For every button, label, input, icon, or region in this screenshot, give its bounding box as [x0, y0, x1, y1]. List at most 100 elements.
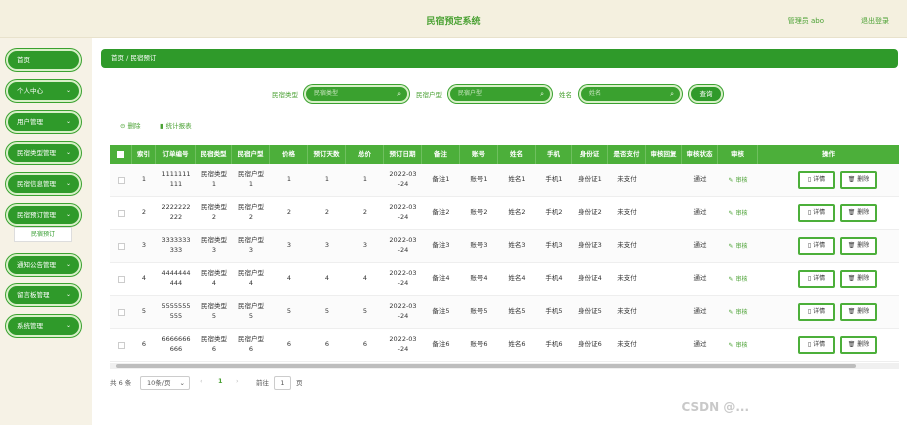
- row-checkbox[interactable]: [110, 329, 132, 361]
- audit-link[interactable]: ✎ 审核: [718, 263, 758, 295]
- cell-days: 3: [324, 241, 330, 250]
- cell-days: 6: [324, 340, 330, 349]
- audit-button[interactable]: ✎ 审核: [729, 176, 748, 185]
- cell-house: 民宿户型 4: [238, 269, 264, 287]
- cell-order: 4444444 444: [161, 269, 191, 287]
- house-search-input[interactable]: 民宿户型 ⌕: [448, 85, 552, 103]
- table-body: 1 1111111 111 民宿类型 1 民宿户型 1 1 1 1 2022-03 -24 备注…: [110, 164, 899, 362]
- checkbox[interactable]: [117, 151, 124, 158]
- submenu-item-booking[interactable]: 民宿预订: [14, 227, 72, 242]
- row-checkbox[interactable]: [110, 164, 132, 196]
- sidebar-item-house-types[interactable]: 民宿类型管理 ⌄: [6, 142, 81, 164]
- current-page[interactable]: 1: [218, 377, 223, 385]
- audit-button[interactable]: ✎ 审核: [729, 341, 748, 350]
- delete-button[interactable]: 🗑 删除: [840, 171, 877, 189]
- row-checkbox[interactable]: [110, 197, 132, 229]
- sidebar: 首页 个人中心 ⌄ 用户管理 ⌄ 民宿类型管理 ⌄ 民宿信息管理 ⌄ 民宿预订管理 ⌄ 民…: [0, 38, 92, 425]
- batch-delete-button[interactable]: ⊝ 删除: [120, 120, 141, 130]
- logout-link[interactable]: 退出登录: [861, 16, 889, 26]
- next-page-icon[interactable]: ›: [236, 377, 239, 385]
- row-checkbox[interactable]: [110, 296, 132, 328]
- goto-page-input[interactable]: 1: [274, 376, 291, 390]
- page-size-select[interactable]: 10条/页 ⌄: [140, 376, 190, 390]
- row-checkbox[interactable]: [110, 230, 132, 262]
- delete-button[interactable]: 🗑 删除: [840, 270, 877, 288]
- audit-link[interactable]: ✎ 审核: [718, 296, 758, 328]
- delete-button[interactable]: 🗑 删除: [840, 303, 877, 321]
- col-header: 审核回复: [646, 145, 682, 164]
- checkbox[interactable]: [117, 209, 125, 217]
- detail-button[interactable]: ▯ 详情: [798, 270, 835, 288]
- cell-name: 姓名4: [508, 274, 526, 283]
- audit-link[interactable]: ✎ 审核: [718, 164, 758, 196]
- prev-page-icon[interactable]: ‹: [200, 377, 203, 385]
- cell-order: 5555555 555: [161, 302, 191, 320]
- cell-idx: 6: [141, 340, 147, 349]
- checkbox[interactable]: [117, 308, 125, 316]
- audit-link[interactable]: ✎ 审核: [718, 197, 758, 229]
- detail-button[interactable]: ▯ 详情: [798, 171, 835, 189]
- checkbox[interactable]: [117, 341, 125, 349]
- sidebar-item-label: 用户管理: [17, 118, 43, 126]
- table-row: 3 3333333 333 民宿类型 3 民宿户型 3 3 3 3 2022-03 -24 备注…: [110, 230, 899, 263]
- delete-button[interactable]: 🗑 删除: [840, 336, 877, 354]
- audit-button[interactable]: ✎ 审核: [729, 275, 748, 284]
- chevron-down-icon: ⌄: [65, 322, 71, 329]
- stats-report-button[interactable]: ▮ 统计报表: [160, 120, 192, 130]
- audit-link[interactable]: ✎ 审核: [718, 329, 758, 361]
- sidebar-item-users[interactable]: 用户管理 ⌄: [6, 111, 81, 133]
- cell-paid: 未支付: [617, 175, 637, 184]
- name-search-input[interactable]: 姓名 ⌕: [579, 85, 682, 103]
- cell-order: 1111111 111: [161, 170, 191, 188]
- select-all-checkbox[interactable]: [110, 145, 132, 164]
- sidebar-item-system[interactable]: 系统管理 ⌄: [6, 315, 81, 337]
- cell-total: 6: [362, 340, 368, 349]
- cell-account: 账号4: [470, 274, 488, 283]
- col-header: 总价: [346, 145, 384, 164]
- checkbox[interactable]: [117, 242, 125, 250]
- cell-name: 姓名3: [508, 241, 526, 250]
- chevron-down-icon: ⌄: [65, 291, 71, 298]
- cell-type: 民宿类型 2: [201, 203, 227, 221]
- query-button[interactable]: 查询: [689, 85, 723, 103]
- col-header: 手机: [536, 145, 572, 164]
- sidebar-item-house-info[interactable]: 民宿信息管理 ⌄: [6, 173, 81, 195]
- sidebar-item-notices[interactable]: 通知公告管理 ⌄: [6, 254, 81, 276]
- col-header: 订单编号: [156, 145, 196, 164]
- cell-price: 1: [286, 175, 292, 184]
- goto-label: 前往: [256, 379, 269, 387]
- scrollbar-thumb[interactable]: [116, 364, 856, 368]
- sidebar-item-messages[interactable]: 留言板管理 ⌄: [6, 284, 81, 306]
- delete-button[interactable]: 🗑 删除: [840, 237, 877, 255]
- detail-button[interactable]: ▯ 详情: [798, 237, 835, 255]
- cell-price: 4: [286, 274, 292, 283]
- sidebar-item-label: 个人中心: [17, 87, 43, 95]
- top-header: 民宿预定系统 管理员 abo 退出登录: [0, 0, 907, 38]
- sidebar-item-home[interactable]: 首页: [6, 49, 81, 71]
- cell-paid: 未支付: [617, 274, 637, 283]
- audit-link[interactable]: ✎ 审核: [718, 230, 758, 262]
- row-checkbox[interactable]: [110, 263, 132, 295]
- table-row: 2 2222222 222 民宿类型 2 民宿户型 2 2 2 2 2022-03 -24 备注…: [110, 197, 899, 230]
- cell-account: 账号3: [470, 241, 488, 250]
- detail-button[interactable]: ▯ 详情: [798, 336, 835, 354]
- sidebar-item-profile[interactable]: 个人中心 ⌄: [6, 80, 81, 102]
- type-search-input[interactable]: 民宿类型 ⌕: [304, 85, 409, 103]
- audit-button[interactable]: ✎ 审核: [729, 209, 748, 218]
- audit-button[interactable]: ✎ 审核: [729, 308, 748, 317]
- horizontal-scrollbar[interactable]: [110, 363, 899, 369]
- cell-total: 3: [362, 241, 368, 250]
- cell-price: 5: [286, 307, 292, 316]
- audit-button[interactable]: ✎ 审核: [729, 242, 748, 251]
- detail-button[interactable]: ▯ 详情: [798, 303, 835, 321]
- current-user: 管理员 abo: [787, 17, 824, 25]
- cell-account: 账号1: [470, 175, 488, 184]
- delete-button[interactable]: 🗑 删除: [840, 204, 877, 222]
- house-label: 民宿户型: [416, 91, 442, 99]
- detail-button[interactable]: ▯ 详情: [798, 204, 835, 222]
- cell-date: 2022-03 -24: [389, 269, 417, 287]
- checkbox[interactable]: [117, 176, 125, 184]
- table-header: 索引 订单编号 民宿类型 民宿户型 价格 预订天数 总价 预订日期 备注 账号 …: [110, 145, 899, 164]
- checkbox[interactable]: [117, 275, 125, 283]
- sidebar-item-bookings[interactable]: 民宿预订管理 ⌄: [6, 204, 81, 226]
